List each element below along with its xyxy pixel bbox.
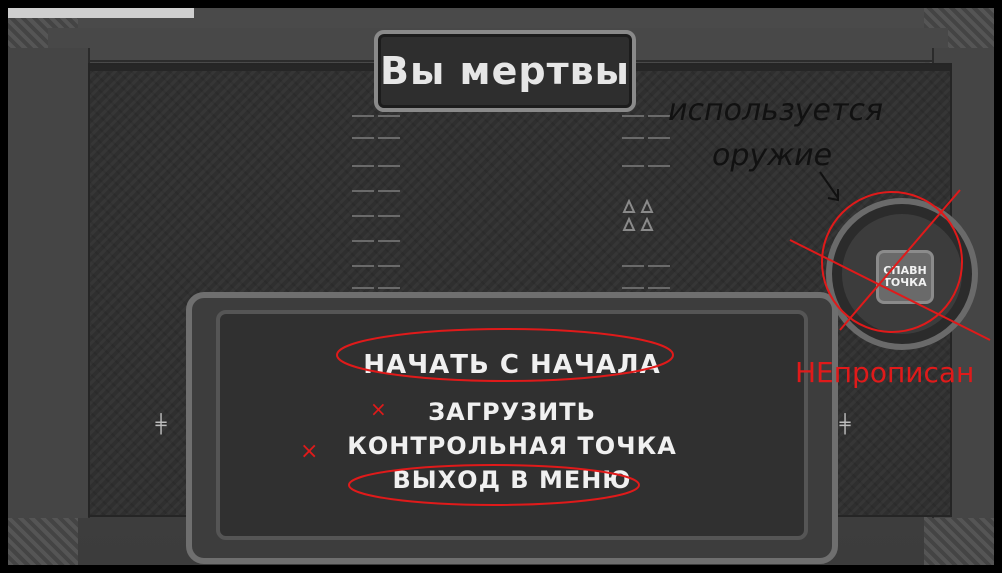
top-status-bar [8, 8, 194, 18]
checkpoint-button[interactable]: КОНТРОЛЬНАЯ ТОЧКА [220, 432, 804, 460]
death-title: Вы мертвы [379, 49, 631, 93]
exit-to-menu-button[interactable]: ВЫХОД В МЕНЮ [220, 466, 804, 494]
floor-marker [648, 265, 670, 267]
spawn-point-button[interactable]: СПАВН ТОЧКА [876, 250, 934, 304]
spawn-point-ring: СПАВН ТОЧКА [826, 198, 978, 350]
floor-marker [622, 287, 644, 289]
floor-marker [378, 287, 400, 289]
floor-marker [622, 165, 644, 167]
floor-marker [352, 137, 374, 139]
floor-marker [378, 240, 400, 242]
floor-marker [352, 190, 374, 192]
load-button[interactable]: ЗАГРУЗИТЬ [220, 398, 804, 426]
death-menu-panel: НАЧАТЬ С НАЧАЛА ЗАГРУЗИТЬ КОНТРОЛЬНАЯ ТО… [186, 292, 838, 564]
restart-button[interactable]: НАЧАТЬ С НАЧАЛА [220, 350, 804, 380]
floor-marker [352, 165, 374, 167]
floor-marker [378, 165, 400, 167]
screenshot: Вы мертвы СПАВН ТОЧКА НАЧАТЬ С НАЧАЛА ЗА… [0, 0, 1002, 573]
floor-marker [648, 287, 670, 289]
death-title-plate: Вы мертвы [374, 30, 636, 112]
floor-marker [648, 137, 670, 139]
floor-marker [378, 115, 400, 117]
floor-marker [352, 240, 374, 242]
floor-marker [352, 115, 374, 117]
left-ornament-icon: ╪ [155, 414, 167, 435]
floor-marker [378, 265, 400, 267]
floor-marker [622, 115, 644, 117]
floor-marker [378, 190, 400, 192]
death-menu-inner: НАЧАТЬ С НАЧАЛА ЗАГРУЗИТЬ КОНТРОЛЬНАЯ ТО… [216, 310, 808, 540]
floor-marker [378, 215, 400, 217]
floor-marker [352, 287, 374, 289]
spawn-point-label: СПАВН ТОЧКА [879, 253, 931, 301]
floor-marker [378, 137, 400, 139]
game-viewport: Вы мертвы СПАВН ТОЧКА НАЧАТЬ С НАЧАЛА ЗА… [8, 8, 994, 565]
spike-trap [622, 198, 654, 231]
floor-marker [648, 165, 670, 167]
frame-left-wall [8, 48, 90, 518]
right-ornament-icon: ╪ [839, 414, 851, 435]
floor-marker [352, 265, 374, 267]
floor-marker [622, 137, 644, 139]
floor-marker [352, 215, 374, 217]
floor-marker [648, 115, 670, 117]
floor-marker [622, 265, 644, 267]
spawn-label-line2: ТОЧКА [883, 276, 927, 289]
